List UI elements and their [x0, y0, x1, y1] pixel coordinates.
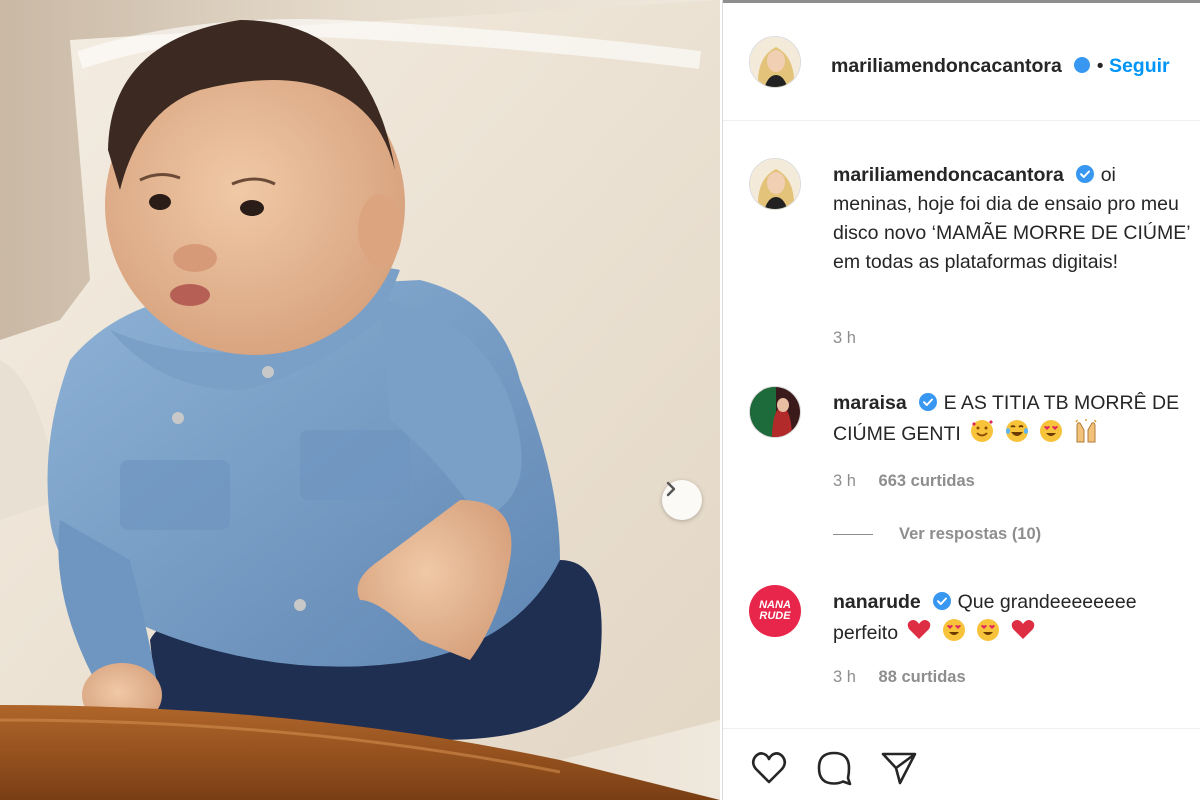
heart-outline-icon[interactable] [749, 748, 789, 788]
caption-time[interactable]: 3 h [833, 329, 856, 347]
verified-badge-icon [933, 592, 952, 610]
comment-username[interactable]: maraisa [833, 392, 907, 414]
post-caption: mariliamendoncacantora oi meninas, hoje … [833, 161, 1193, 277]
comment-meta-nanarude: 3 h 88 curtidas [833, 668, 984, 687]
actions-divider [723, 728, 1200, 729]
heart-eyes-emoji [942, 619, 965, 641]
caption-meta: 3 h [833, 329, 874, 348]
chevron-right-icon [666, 481, 676, 497]
comment-time[interactable]: 3 h [833, 472, 856, 490]
avatar-portrait [750, 37, 800, 87]
red-heart-emoji [908, 620, 931, 639]
next-photo-button[interactable] [662, 480, 702, 520]
header-separator: • [1096, 55, 1104, 77]
verified-badge-icon [1076, 165, 1095, 183]
comment-avatar-nanarude[interactable]: NANA RUDE [749, 585, 801, 637]
avatar-portrait [750, 387, 800, 437]
post-photo[interactable] [0, 0, 720, 800]
comment-meta-maraisa: 3 h 663 curtidas [833, 472, 993, 491]
joy-emoji [1005, 420, 1028, 442]
comment-time[interactable]: 3 h [833, 668, 856, 686]
author-avatar[interactable] [749, 36, 801, 88]
paper-plane-icon[interactable] [879, 748, 919, 788]
comment-avatar-maraisa[interactable] [749, 386, 801, 438]
comment-bubble-icon[interactable] [814, 748, 854, 788]
red-heart-emoji [1011, 620, 1035, 639]
comment-likes[interactable]: 88 curtidas [879, 668, 966, 686]
heart-eyes-emoji [1040, 420, 1063, 442]
comment-maraisa: maraisa E AS TITIA TB MORRÊ DE CIÚME GEN… [833, 389, 1193, 449]
post-header: mariliamendoncacantora • Seguir [723, 3, 1200, 121]
baby-photo-illustration [0, 0, 720, 800]
view-replies-label: Ver respostas (10) [899, 525, 1042, 543]
view-replies-button[interactable]: Ver respostas (10) [833, 525, 1041, 544]
caption-username[interactable]: mariliamendoncacantora [833, 164, 1064, 186]
comment-username[interactable]: nanarude [833, 591, 921, 613]
comment-nanarude: nanarude Que grandeeeeeeee perfeito [833, 588, 1193, 648]
verified-badge-icon [919, 393, 938, 411]
post-side-panel: mariliamendoncacantora • Seguir mariliam… [722, 0, 1200, 800]
raising-hands-emoji [1074, 419, 1097, 443]
heart-eyes-emoji [977, 619, 1000, 641]
nanarude-logo: NANA RUDE [759, 599, 791, 622]
caption-author-avatar[interactable] [749, 158, 801, 210]
smiling-face-with-hearts-emoji [971, 420, 994, 442]
author-username[interactable]: mariliamendoncacantora [831, 55, 1062, 77]
follow-button[interactable]: Seguir [1109, 55, 1170, 77]
comment-likes[interactable]: 663 curtidas [879, 472, 975, 490]
verified-badge-icon [1074, 57, 1091, 73]
replies-divider [833, 534, 873, 535]
avatar-portrait [750, 159, 800, 209]
